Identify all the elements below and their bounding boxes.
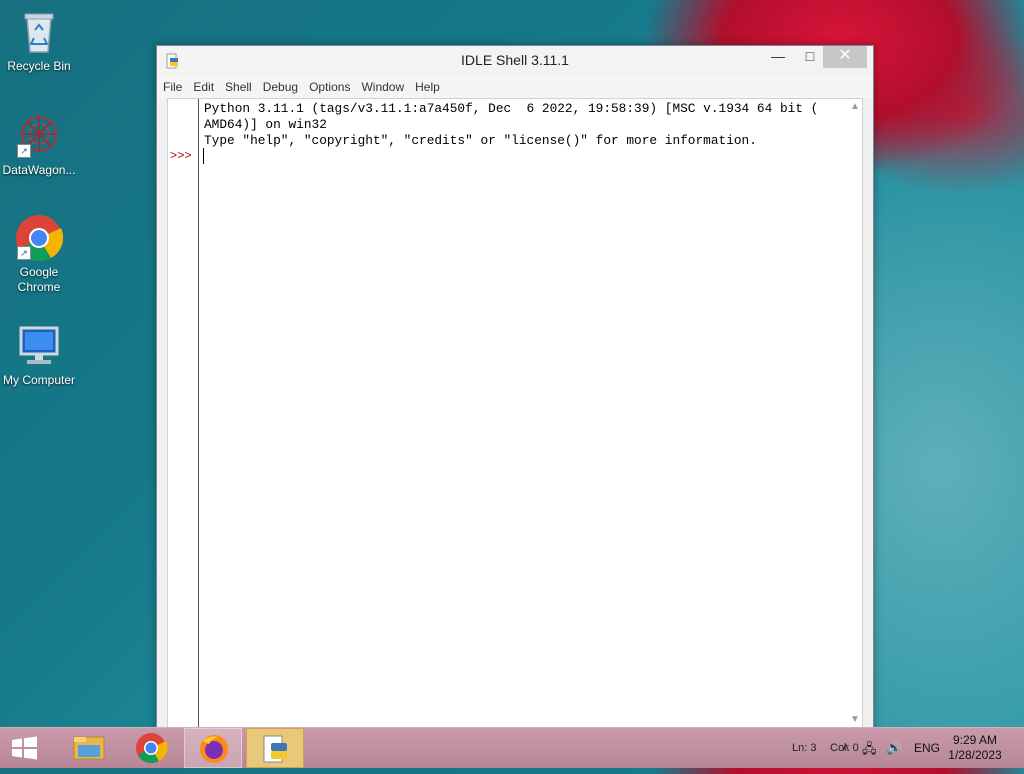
shell-line: Type "help", "copyright", "credits" or "… — [204, 133, 757, 148]
network-icon[interactable]: 🖧 — [862, 740, 877, 762]
vertical-scrollbar[interactable]: ▲ ▼ — [848, 99, 862, 729]
python-idle-icon — [263, 735, 287, 763]
recycle-bin-icon — [15, 8, 63, 56]
idle-shell-window[interactable]: IDLE Shell 3.11.1 — □ ✕ File Edit Shell Deb… — [156, 45, 874, 731]
close-button[interactable]: ✕ — [823, 46, 867, 68]
taskbar: Ln: 3 Col: 0 ˄ 🖧 🔊 ENG 9:29 AM 1/28/2023 — [0, 727, 1024, 768]
volume-icon[interactable]: 🔊 — [886, 740, 902, 756]
shell-output: Python 3.11.1 (tags/v3.11.1:a7a450f, Dec… — [204, 101, 834, 149]
maximize-button[interactable]: □ — [793, 46, 827, 68]
menu-help[interactable]: Help — [409, 76, 445, 94]
menu-bar: File Edit Shell Debug Options Window Help — [157, 76, 873, 98]
line-indicator: Ln: 3 — [792, 742, 817, 754]
title-bar[interactable]: IDLE Shell 3.11.1 — □ ✕ — [157, 46, 873, 76]
clock-date: 1/28/2023 — [948, 748, 1002, 762]
desktop-icon-label: My Computer — [2, 373, 76, 387]
shell-editor[interactable]: >>> Python 3.11.1 (tags/v3.11.1:a7a450f,… — [167, 98, 863, 730]
taskbar-python-idle[interactable] — [246, 728, 304, 768]
menu-edit[interactable]: Edit — [187, 76, 219, 94]
menu-window[interactable]: Window — [355, 76, 409, 94]
menu-debug[interactable]: Debug — [257, 76, 303, 94]
computer-icon — [15, 322, 63, 370]
tray-up-arrow-icon[interactable]: ˄ — [842, 740, 850, 755]
start-button[interactable] — [10, 736, 40, 760]
taskbar-chrome[interactable] — [122, 728, 180, 768]
desktop-icon-recycle-bin[interactable]: Recycle Bin — [0, 8, 78, 74]
prompt-gutter: >>> — [168, 99, 199, 729]
clock[interactable]: 9:29 AM 1/28/2023 — [940, 733, 1010, 763]
clock-time: 9:29 AM — [952, 733, 998, 747]
menu-file[interactable]: File — [157, 76, 187, 94]
scroll-up-icon[interactable]: ▲ — [850, 101, 860, 112]
shell-line: AMD64)] on win32 — [204, 117, 327, 132]
datawagon-icon: ↗ — [15, 112, 63, 160]
desktop-icon-my-computer[interactable]: My Computer — [0, 322, 78, 388]
text-cursor — [203, 148, 204, 164]
desktop-icon-datawagon[interactable]: ↗ DataWagon... — [0, 112, 78, 178]
minimize-button[interactable]: — — [761, 46, 795, 68]
windows-logo-icon — [12, 736, 37, 760]
menu-shell[interactable]: Shell — [219, 76, 257, 94]
taskbar-firefox[interactable] — [184, 728, 242, 768]
desktop-icon-label: DataWagon... — [2, 163, 76, 177]
taskbar-file-explorer[interactable] — [60, 728, 118, 768]
firefox-icon — [200, 735, 228, 763]
language-indicator[interactable]: ENG — [914, 741, 940, 755]
desktop-icon-google-chrome[interactable]: ↗ Google Chrome — [0, 214, 78, 295]
shortcut-arrow-icon: ↗ — [17, 144, 31, 158]
chrome-icon — [136, 733, 168, 764]
menu-options[interactable]: Options — [303, 76, 355, 94]
file-explorer-icon — [73, 736, 105, 760]
desktop-icon-label: Google Chrome — [17, 265, 61, 294]
shell-prompt: >>> — [170, 149, 192, 163]
shortcut-arrow-icon: ↗ — [17, 246, 31, 260]
shell-line: Python 3.11.1 (tags/v3.11.1:a7a450f, Dec… — [204, 101, 819, 116]
scroll-down-icon[interactable]: ▼ — [850, 714, 860, 725]
chrome-icon: ↗ — [15, 214, 64, 262]
desktop-icon-label: Recycle Bin — [7, 59, 71, 73]
